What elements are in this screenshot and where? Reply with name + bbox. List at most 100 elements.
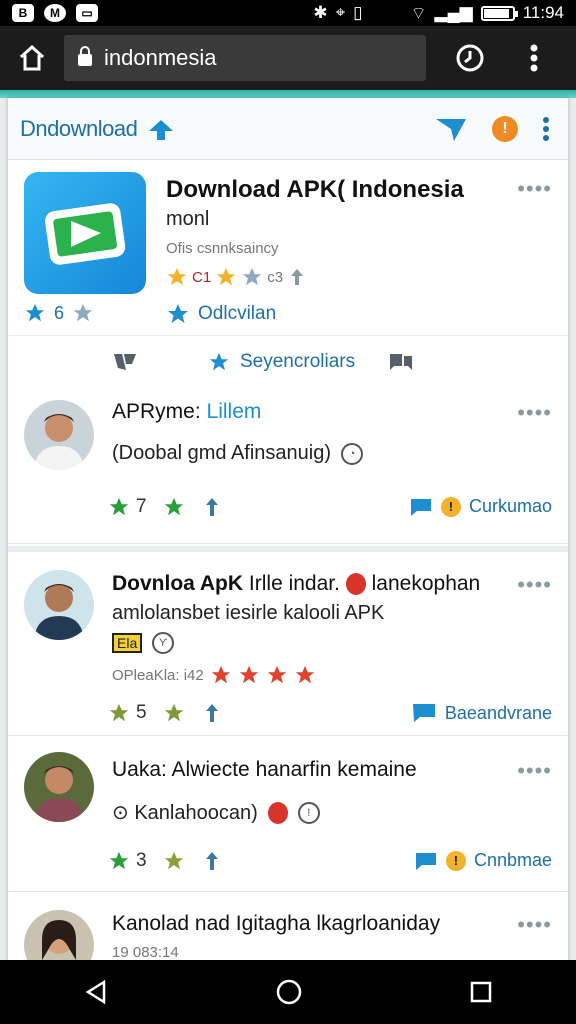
post-action-right[interactable]: ! Curkumao [409,496,552,517]
featured-link-text: Odlcvilan [198,303,277,324]
tab-center[interactable]: Seyencroliars [208,351,355,373]
featured-subtitle: monl [166,208,210,230]
chat-icon[interactable] [388,350,414,374]
record-icon [267,801,288,824]
share-icon[interactable] [201,702,223,724]
star-icon [239,665,258,684]
app-header: Dndownload ! [8,98,568,160]
share-icon[interactable] [201,496,223,518]
post-action-right[interactable]: Baeandvrane [411,702,552,724]
status-bar: B M ▭ ✱ ⌖ ▯ ⌔ ▂▄▆ 11:94 [0,0,576,26]
more-horiz-icon[interactable]: •••• [517,912,552,938]
url-field[interactable]: indonmesia [64,35,426,81]
more-horiz-icon[interactable]: •••• [517,572,552,598]
post-actions: 5 [108,702,223,724]
back-icon[interactable] [82,978,110,1006]
list-item[interactable]: Kanolad nad Igitagha lkagrloaniday •••• … [8,894,568,980]
badge-star-icon [168,304,188,323]
post-right-label: Curkumao [468,496,552,516]
post-text-a: Irlle indar. [248,572,340,595]
post-action-right[interactable]: ! Cnnbmae [414,850,552,871]
clock-icon [456,44,484,72]
post-title: Dovnloa ApK Irlle indar. lanekophan [112,572,480,596]
featured-link[interactable]: Odlcvilan [166,302,276,326]
post-meta-text: OPleaKla: i42 [112,666,204,684]
record-icon [345,573,366,596]
more-horiz-icon[interactable]: •••• [517,758,552,784]
accent-line [0,90,576,98]
post-title: APRyme: Lillem [112,400,261,424]
notification-icon: B [12,4,34,22]
star-icon [25,303,45,322]
post-text: (Doobal gmd Afinsanuig) ◔ [112,442,364,465]
recents-icon[interactable] [468,979,494,1005]
post-actions: 7 [108,496,223,518]
clock-icon: ◔ [341,442,364,465]
rating-value: C1 [192,268,212,286]
share-icon[interactable] [287,267,307,287]
post-badge: Ela [112,633,143,653]
featured-stars: 6 [24,302,94,324]
notification-icon: ▭ [76,4,98,22]
send-icon[interactable] [434,115,468,143]
video-play-icon [45,203,126,265]
star-icon[interactable] [163,850,185,872]
chat-icon [410,498,431,516]
star-icon [243,267,262,286]
home-circle-icon[interactable] [275,978,303,1006]
vibrate-icon: ▯ [353,3,363,22]
history-button[interactable] [438,26,502,90]
more-vert-icon [530,44,538,72]
featured-title: Download APK( Indonesia [166,176,464,203]
star-icon[interactable] [163,702,185,724]
info-badge-icon: ! [440,496,461,517]
location-icon: ⌖ [335,3,346,22]
phone-screen: B M ▭ ✱ ⌖ ▯ ⌔ ▂▄▆ 11:94 indonmesia Dndow… [0,0,576,1024]
thumb-down-icon[interactable] [112,350,138,374]
featured-tab-bar: Seyencroliars [8,336,568,388]
home-button[interactable] [0,26,64,90]
post-meta: OPleaKla: i42 [112,664,316,686]
star-icon [267,665,286,684]
post-body: (Doobal gmd Afinsanuig) [112,442,332,464]
wifi-icon: ⌔ [410,3,427,23]
more-horiz-icon[interactable]: •••• [517,176,552,202]
app-icon [24,172,146,294]
star-icon [209,352,229,371]
star-icon[interactable] [108,496,130,518]
featured-rating: C1 c3 [166,266,307,288]
more-vert-icon[interactable] [542,116,550,142]
alert-circle-icon: ! [297,801,320,824]
browser-menu-button[interactable] [502,26,566,90]
avatar [24,752,94,822]
star-icon[interactable] [108,702,130,724]
list-item[interactable]: APRyme: Lillem •••• (Doobal gmd Afinsanu… [8,390,568,544]
post-right-label: Cnnbmae [473,850,552,870]
post-author: Dovnloa ApK [112,572,244,595]
list-item[interactable]: Uaka: Alwiecte hanarfin kemaine •••• ⊙ K… [8,738,568,892]
browser-toolbar: indonmesia [0,26,576,90]
post-handle[interactable]: Lillem [207,400,262,423]
star-icon[interactable] [108,850,130,872]
upload-arrow-icon[interactable] [147,117,175,141]
avatar [24,400,94,470]
alert-icon[interactable]: ! [492,115,518,142]
battery-icon [480,5,518,21]
navigation-bar [0,960,576,1024]
more-horiz-icon[interactable]: •••• [517,400,552,426]
list-item[interactable]: Dovnloa ApK Irlle indar. lanekophan ••••… [8,546,568,736]
share-icon[interactable] [201,850,223,872]
chat-icon [412,704,435,722]
post-author: APRyme: [112,400,201,423]
avatar [24,570,94,640]
star-count: 3 [136,850,147,871]
post-title: Uaka: Alwiecte hanarfin kemaine [112,758,417,781]
post-body: amlolansbet iesirle kalooli APK [112,602,385,624]
app-card: Dndownload ! Download APK( Indonesia •••… [8,98,568,980]
featured-meta: Ofis csnnksaincy [166,240,279,257]
post-right-label: Baeandvrane [444,702,552,723]
rating-count: c3 [267,268,284,286]
star-icon[interactable] [163,496,185,518]
post-actions: 3 [108,850,223,872]
post-text: ⊙ Kanlahoocan) ! [112,800,320,825]
